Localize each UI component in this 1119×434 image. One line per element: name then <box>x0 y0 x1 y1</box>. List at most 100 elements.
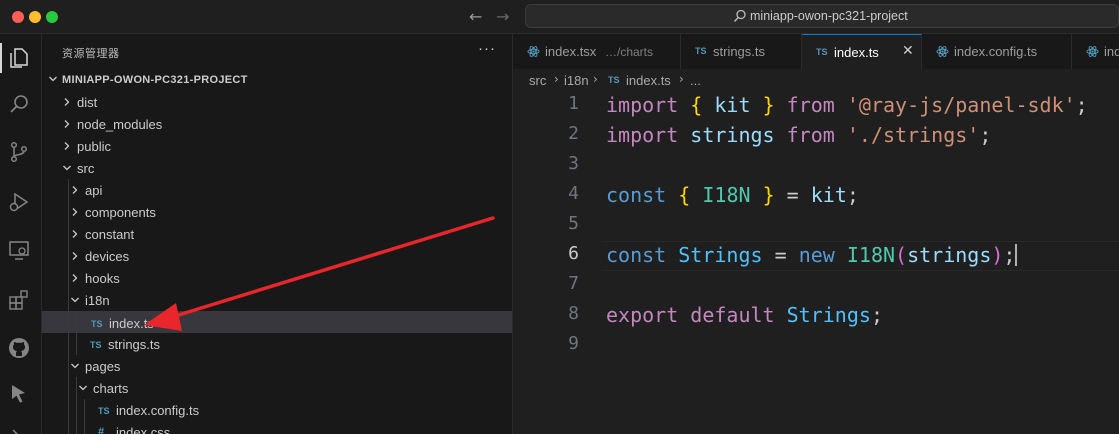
code-line[interactable]: 7 <box>513 271 1119 301</box>
tab-index-ts[interactable]: TS index.ts ✕ <box>802 34 922 70</box>
source-control-icon[interactable] <box>7 140 31 164</box>
folder-label: i18n <box>85 293 110 308</box>
indent-guide <box>76 377 77 434</box>
code-line[interactable]: 3 <box>513 151 1119 181</box>
folder-row[interactable]: api <box>42 179 512 201</box>
folder-row[interactable]: src <box>42 157 512 179</box>
folder-row[interactable]: dist <box>42 91 512 113</box>
folder-label: public <box>77 139 111 154</box>
file-label: index.css <box>116 425 171 434</box>
minimize-window-button[interactable] <box>29 11 41 23</box>
remote-explorer-icon[interactable] <box>7 238 31 262</box>
code-token: { <box>690 93 703 117</box>
command-center-search[interactable]: miniapp-owon-pc321-project <box>525 4 1119 28</box>
breadcrumb-src[interactable]: src <box>529 73 546 88</box>
typescript-file-icon: TS <box>695 46 707 56</box>
react-icon <box>527 46 540 57</box>
more-activity-icon[interactable] <box>7 426 31 434</box>
file-row[interactable]: TS strings.ts <box>42 333 512 355</box>
code-editor[interactable]: 1 import { kit } from '@ray-js/panel-sdk'… <box>513 91 1119 434</box>
search-icon <box>733 9 746 22</box>
code-line[interactable]: 1 import { kit } from '@ray-js/panel-sdk'… <box>513 91 1119 121</box>
run-debug-icon[interactable] <box>7 190 31 214</box>
folder-label: pages <box>85 359 121 374</box>
file-row[interactable]: TS index.ts <box>42 311 512 333</box>
explorer-icon[interactable] <box>7 46 31 70</box>
extensions-icon[interactable] <box>7 288 31 312</box>
folder-row[interactable]: constant <box>42 223 512 245</box>
code-token: export <box>606 303 679 327</box>
activity-bar <box>0 34 42 434</box>
more-actions-icon[interactable]: ··· <box>478 40 496 57</box>
code-line[interactable]: 8 export default Strings; <box>513 301 1119 331</box>
line-number: 1 <box>568 93 579 114</box>
code-token: strings <box>690 123 775 147</box>
cursor-pointer-icon[interactable] <box>7 382 31 406</box>
tab-index-tsx[interactable]: index.tsx …/charts <box>513 34 681 69</box>
github-icon[interactable] <box>7 336 31 360</box>
folder-label: components <box>85 205 156 220</box>
folder-row[interactable]: pages <box>42 355 512 377</box>
close-window-button[interactable] <box>12 11 24 23</box>
search-text: miniapp-owon-pc321-project <box>750 9 908 23</box>
code-line[interactable]: 4 const { I18N } = kit; <box>513 181 1119 211</box>
folder-row[interactable]: devices <box>42 245 512 267</box>
file-label: index.ts <box>109 316 154 331</box>
css-file-icon: # <box>98 426 105 434</box>
line-number: 9 <box>568 333 579 354</box>
folder-row[interactable]: i18n <box>42 289 512 311</box>
typescript-file-icon: TS <box>98 406 110 416</box>
code-line[interactable]: 5 <box>513 211 1119 241</box>
explorer-sidebar: 资源管理器 ··· MINIAPP-OWON-PC321-PROJECT dis… <box>42 34 513 434</box>
maximize-window-button[interactable] <box>46 11 58 23</box>
go-back-icon[interactable]: ← <box>469 7 482 26</box>
line-number: 6 <box>568 243 579 264</box>
tab-description: …/charts <box>605 45 654 59</box>
code-token: ; <box>1003 243 1016 267</box>
file-row[interactable]: TS index.config.ts <box>42 399 512 421</box>
code-line[interactable]: 2 import strings from './strings'; <box>513 121 1119 151</box>
react-icon <box>1086 46 1099 57</box>
folder-label: devices <box>85 249 130 264</box>
breadcrumb-symbols[interactable]: ... <box>690 73 701 88</box>
close-tab-icon[interactable]: ✕ <box>902 43 914 59</box>
breadcrumb-file[interactable]: index.ts <box>626 73 671 88</box>
breadcrumb-i18n[interactable]: i18n <box>564 73 589 88</box>
react-icon <box>936 46 949 57</box>
tab-strings-ts[interactable]: TS strings.ts <box>681 34 802 69</box>
breadcrumb-separator: › <box>593 72 598 86</box>
tab-overflow[interactable]: inde <box>1072 34 1119 69</box>
folder-label: hooks <box>85 271 120 286</box>
tab-label: inde <box>1104 44 1119 59</box>
go-forward-icon[interactable]: → <box>496 7 509 26</box>
code-token: const <box>606 243 667 267</box>
typescript-file-icon: TS <box>816 47 828 57</box>
folder-row[interactable]: components <box>42 201 512 223</box>
code-token: I18N <box>702 183 751 207</box>
folder-row[interactable]: node_modules <box>42 113 512 135</box>
folder-row[interactable]: charts <box>42 377 512 399</box>
line-number: 4 <box>568 183 579 204</box>
code-token: I18N <box>846 243 896 267</box>
code-line[interactable]: 6 const Strings = new I18N(strings); <box>513 241 1119 271</box>
search-icon[interactable] <box>7 92 31 116</box>
folder-row[interactable]: hooks <box>42 267 512 289</box>
folder-row[interactable]: public <box>42 135 512 157</box>
tab-index-config-ts[interactable]: index.config.ts <box>922 34 1072 69</box>
explorer-title: 资源管理器 <box>62 48 120 60</box>
code-line[interactable]: 9 <box>513 331 1119 361</box>
chevron-down-icon <box>71 363 79 369</box>
project-root-header[interactable]: MINIAPP-OWON-PC321-PROJECT <box>42 69 512 91</box>
file-row[interactable]: # index.css <box>42 421 512 434</box>
code-token: ; <box>870 303 883 327</box>
editor-tab-bar: index.tsx …/charts TS strings.ts TS inde… <box>513 34 1119 70</box>
code-token: Strings <box>786 303 871 327</box>
